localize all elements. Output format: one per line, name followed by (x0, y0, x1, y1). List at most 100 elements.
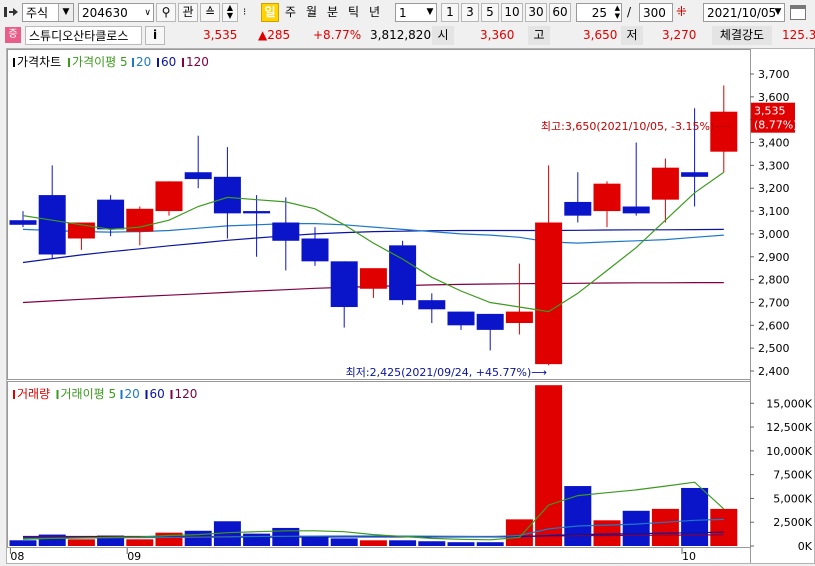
candle-body (593, 183, 621, 212)
price-legend-label: 가격차트 (17, 55, 61, 69)
period-day-label: 일 (264, 5, 276, 19)
link-icon[interactable] (4, 6, 18, 18)
interval-5[interactable]: 5 (481, 3, 499, 22)
chart-svg[interactable]: 3,7003,6003,5003,4003,3003,2003,1003,000… (7, 49, 814, 563)
volume-bar (418, 541, 446, 546)
spin-down-icon: ▼ (226, 11, 234, 20)
toolbar: 주식 ▼ 204630 ∨ ⚲ 관 ≙ ▲ ▼ ⁝ 일 주 월 분 틱 년 1 ▼… (0, 0, 815, 24)
volume-legend-swatch (120, 390, 123, 399)
x-tick-label: 08 (10, 550, 24, 563)
price-change-pct: +8.77% (313, 28, 362, 42)
volume-bar (9, 540, 37, 546)
info-button[interactable]: i (145, 26, 165, 45)
open-price: 3,360 (480, 28, 515, 42)
price-legend-label: 가격이평 5 (72, 55, 128, 69)
price-change: ▲285 (258, 28, 291, 42)
price-tick-label: 3,000 (758, 228, 790, 241)
price-tick-label: 2,700 (758, 296, 790, 309)
interval-select[interactable]: 1 ▼ (395, 3, 437, 22)
price-legend-swatch (13, 58, 15, 67)
candle-body (330, 261, 358, 308)
stock-code-input[interactable]: 204630 ∨ (78, 3, 154, 22)
period-year[interactable]: 년 (369, 3, 380, 21)
period-day[interactable]: 일 (261, 3, 279, 22)
period-minute[interactable]: 분 (327, 3, 338, 21)
market-select[interactable]: 주식 ▼ (22, 3, 74, 22)
recent-button[interactable]: ≙ (200, 3, 220, 22)
volume-legend-label: 거래량 (17, 387, 50, 401)
high-price: 3,650 (583, 28, 618, 42)
more-icon[interactable]: ⁝ (243, 3, 246, 22)
volume-bar (447, 542, 475, 546)
spin-button[interactable]: ▲ ▼ (222, 3, 238, 22)
gwan-button-label: 관 (182, 5, 194, 19)
candle-body (97, 199, 125, 230)
price-legend-swatch (132, 58, 134, 67)
low-price: 3,270 (662, 28, 697, 42)
candle-body (681, 172, 709, 177)
search-button[interactable]: ⚲ (156, 3, 176, 22)
stock-code-value: 204630 (82, 6, 128, 20)
date-picker[interactable]: 2021/10/05 ▼ (703, 3, 785, 22)
stock-badge-icon: 증 (5, 27, 21, 43)
candle-body (155, 181, 183, 212)
candle-body (564, 201, 592, 216)
interval-3[interactable]: 3 (461, 3, 479, 22)
interval-10[interactable]: 10 (501, 3, 523, 22)
interval-30[interactable]: 30 (525, 3, 547, 22)
stock-name-text: 스튜디오산타클로스 (29, 29, 129, 43)
candle-body (38, 195, 66, 255)
date-value: 2021/10/05 (707, 6, 777, 20)
price-legend-swatch (68, 58, 70, 67)
candle-body (418, 300, 446, 310)
candle-body (447, 311, 475, 326)
calendar-icon[interactable] (790, 5, 806, 20)
total-input[interactable]: 300 (639, 3, 673, 22)
period-tick[interactable]: 틱 (348, 3, 359, 21)
volume-tick-label: 15,000K (766, 397, 812, 410)
volume-tick-label: 2,500K (773, 516, 812, 529)
chart-panel: 3,7003,6003,5003,4003,3003,2003,1003,000… (6, 48, 815, 564)
chevron-down-icon: ∨ (144, 8, 151, 18)
price-tick-label: 3,400 (758, 137, 790, 150)
candle-body (476, 313, 504, 330)
volume-legend-swatch (170, 390, 173, 399)
trade-volume: 3,812,820 (370, 28, 432, 42)
volume-bar (710, 508, 738, 546)
volume-bar (389, 540, 417, 546)
volume-bar (651, 508, 679, 546)
interval-select-value: 1 (399, 6, 407, 20)
market-select-value: 주식 (26, 6, 49, 20)
interval-1[interactable]: 1 (441, 3, 459, 22)
interval-60[interactable]: 60 (549, 3, 571, 22)
period-month[interactable]: 월 (306, 3, 317, 21)
price-tick-label: 2,800 (758, 274, 790, 287)
volume-tick-label: 7,500K (773, 469, 812, 482)
search-icon: ⚲ (161, 5, 171, 19)
price-tick-label: 3,200 (758, 182, 790, 195)
period-week[interactable]: 주 (285, 3, 296, 21)
recent-icon: ≙ (204, 5, 216, 19)
count-input[interactable]: 25 ▲ ▼ (576, 3, 622, 22)
volume-bar (505, 519, 533, 546)
candle-body (651, 167, 679, 200)
quote-bar: 증 스튜디오산타클로스 i 3,535 ▲285 +8.77% 3,812,82… (0, 24, 815, 46)
volume-tick-label: 10,000K (766, 445, 812, 458)
count-separator: / (627, 5, 632, 19)
last-price-label: 3,535 (754, 105, 786, 118)
expand-icon[interactable]: ⁜ (676, 4, 687, 22)
stock-name: 스튜디오산타클로스 (25, 26, 142, 45)
volume-legend-label: 120 (175, 387, 198, 401)
volume-legend-swatch (13, 390, 15, 399)
gwan-button[interactable]: 관 (178, 3, 198, 22)
volume-bar (681, 487, 709, 546)
volume-legend-swatch (56, 390, 59, 399)
candle-body (243, 211, 271, 214)
candle-body (359, 268, 387, 289)
price-tick-label: 2,600 (758, 319, 790, 332)
volume-bar (184, 530, 212, 546)
low-annotation: 최저:2,425(2021/09/24, +45.77%)⟶ (346, 366, 548, 379)
open-label: 시 (432, 26, 454, 45)
price-legend-label: 60 (161, 55, 176, 69)
candle-body (272, 222, 300, 241)
